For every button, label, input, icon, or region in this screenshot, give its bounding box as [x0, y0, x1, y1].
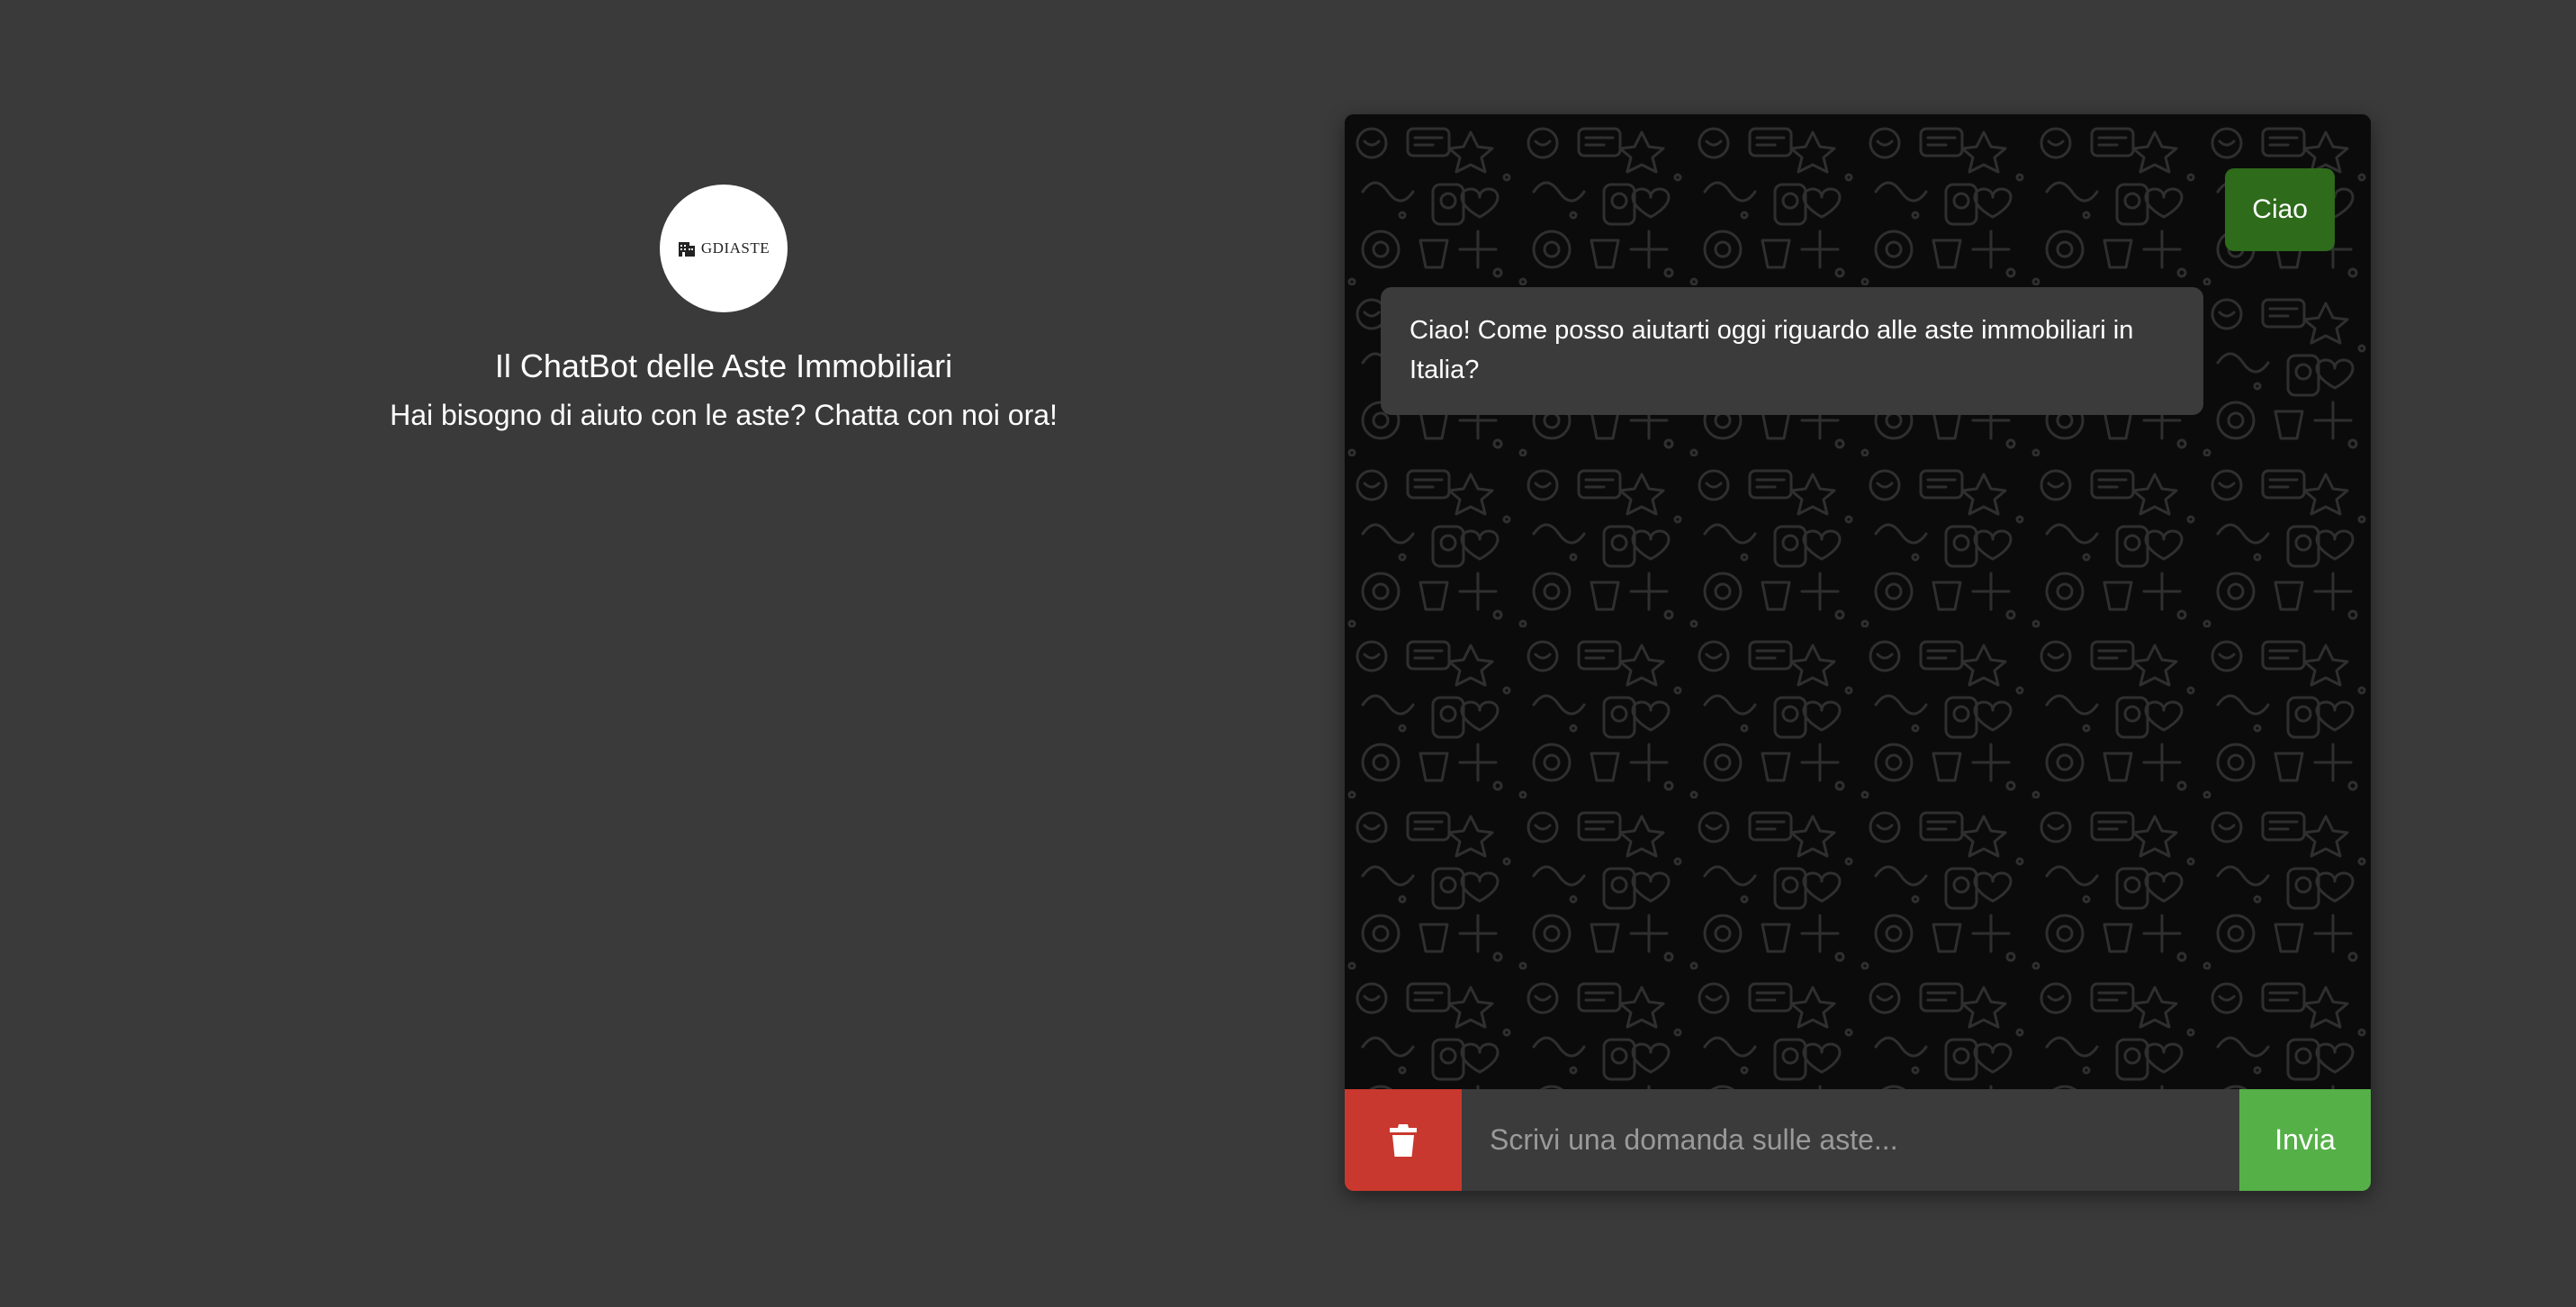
page-subtitle: Hai bisogno di aiuto con le aste? Chatta… — [390, 399, 1058, 431]
page-title: Il ChatBot delle Aste Immobiliari — [494, 347, 953, 384]
doodle-wallpaper — [1345, 114, 2371, 1089]
chat-input-bar: Invia — [1345, 1089, 2371, 1191]
logo-text: GDIASTE — [700, 239, 770, 257]
chat-messages[interactable]: Ciao Ciao! Come posso aiutarti oggi rigu… — [1345, 114, 2371, 1089]
chat-window: Ciao Ciao! Come posso aiutarti oggi rigu… — [1345, 114, 2371, 1191]
bot-message: Ciao! Come posso aiutarti oggi riguardo … — [1381, 287, 2203, 415]
send-button[interactable]: Invia — [2239, 1089, 2371, 1191]
question-input[interactable] — [1462, 1089, 2239, 1191]
user-message: Ciao — [2225, 168, 2335, 251]
clear-chat-button[interactable] — [1345, 1089, 1462, 1191]
building-icon — [678, 242, 695, 257]
intro-panel: GDIASTE Il ChatBot delle Aste Immobiliar… — [342, 185, 1105, 433]
brand-logo: GDIASTE — [660, 185, 788, 312]
trash-icon — [1390, 1123, 1417, 1157]
